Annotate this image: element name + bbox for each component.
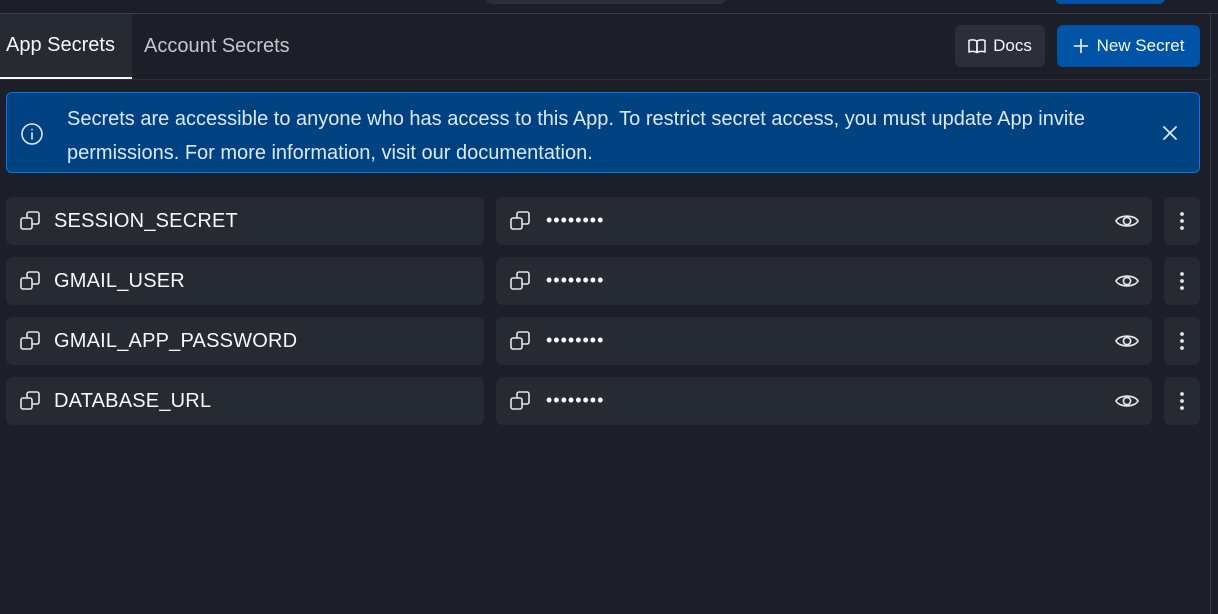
- secret-value: ••••••••: [546, 270, 605, 290]
- eye-icon[interactable]: [1114, 209, 1140, 233]
- copy-icon[interactable]: [18, 269, 42, 293]
- info-banner-text: Secrets are accessible to anyone who has…: [67, 108, 1085, 164]
- more-vertical-icon: [1180, 272, 1184, 290]
- more-options-button[interactable]: [1164, 377, 1200, 425]
- secret-row: GMAIL_APP_PASSWORD ••••••••: [6, 317, 1200, 365]
- tab-account-secrets[interactable]: Account Secrets: [138, 14, 296, 79]
- more-options-button[interactable]: [1164, 197, 1200, 245]
- copy-icon[interactable]: [18, 209, 42, 233]
- eye-icon[interactable]: [1114, 329, 1140, 353]
- secret-row: DATABASE_URL ••••••••: [6, 377, 1200, 425]
- secret-key: DATABASE_URL: [54, 390, 212, 412]
- new-secret-button[interactable]: New Secret: [1057, 25, 1200, 67]
- secret-row: GMAIL_USER ••••••••: [6, 257, 1200, 305]
- secret-value: ••••••••: [546, 390, 605, 410]
- secret-key-field[interactable]: GMAIL_USER: [6, 257, 484, 305]
- secret-key: GMAIL_APP_PASSWORD: [54, 330, 298, 352]
- tab-app-secrets[interactable]: App Secrets: [0, 14, 132, 79]
- secret-value-field[interactable]: ••••••••: [496, 317, 1152, 365]
- top-search-field[interactable]: [486, 0, 726, 4]
- copy-icon[interactable]: [18, 329, 42, 353]
- more-options-button[interactable]: [1164, 257, 1200, 305]
- book-icon: [968, 39, 986, 54]
- info-banner: Secrets are accessible to anyone who has…: [6, 92, 1200, 173]
- secret-key-field[interactable]: GMAIL_APP_PASSWORD: [6, 317, 484, 365]
- info-icon: [21, 123, 43, 145]
- secret-row: SESSION_SECRET ••••••••: [6, 197, 1200, 245]
- copy-icon[interactable]: [508, 329, 532, 353]
- copy-icon[interactable]: [18, 389, 42, 413]
- secret-value-field[interactable]: ••••••••: [496, 377, 1152, 425]
- secrets-tabs: App Secrets Account Secrets Docs New Sec…: [0, 14, 1210, 80]
- top-bar: [0, 0, 1218, 14]
- top-primary-button[interactable]: [1055, 0, 1165, 4]
- close-icon[interactable]: [1158, 121, 1182, 145]
- secret-key-field[interactable]: DATABASE_URL: [6, 377, 484, 425]
- eye-icon[interactable]: [1114, 269, 1140, 293]
- panel-edge: [1210, 14, 1218, 614]
- secret-value: ••••••••: [546, 210, 605, 230]
- secret-value-field[interactable]: ••••••••: [496, 257, 1152, 305]
- more-options-button[interactable]: [1164, 317, 1200, 365]
- copy-icon[interactable]: [508, 209, 532, 233]
- more-vertical-icon: [1180, 332, 1184, 350]
- copy-icon[interactable]: [508, 389, 532, 413]
- new-secret-button-label: New Secret: [1096, 36, 1185, 55]
- secret-value-field[interactable]: ••••••••: [496, 197, 1152, 245]
- secret-key: GMAIL_USER: [54, 270, 185, 292]
- secret-key-field[interactable]: SESSION_SECRET: [6, 197, 484, 245]
- more-vertical-icon: [1180, 392, 1184, 410]
- secret-value: ••••••••: [546, 330, 605, 350]
- docs-button[interactable]: Docs: [955, 25, 1045, 67]
- eye-icon[interactable]: [1114, 389, 1140, 413]
- plus-icon: [1073, 38, 1088, 54]
- secret-key: SESSION_SECRET: [54, 210, 238, 232]
- docs-button-label: Docs: [993, 36, 1032, 55]
- more-vertical-icon: [1180, 212, 1184, 230]
- copy-icon[interactable]: [508, 269, 532, 293]
